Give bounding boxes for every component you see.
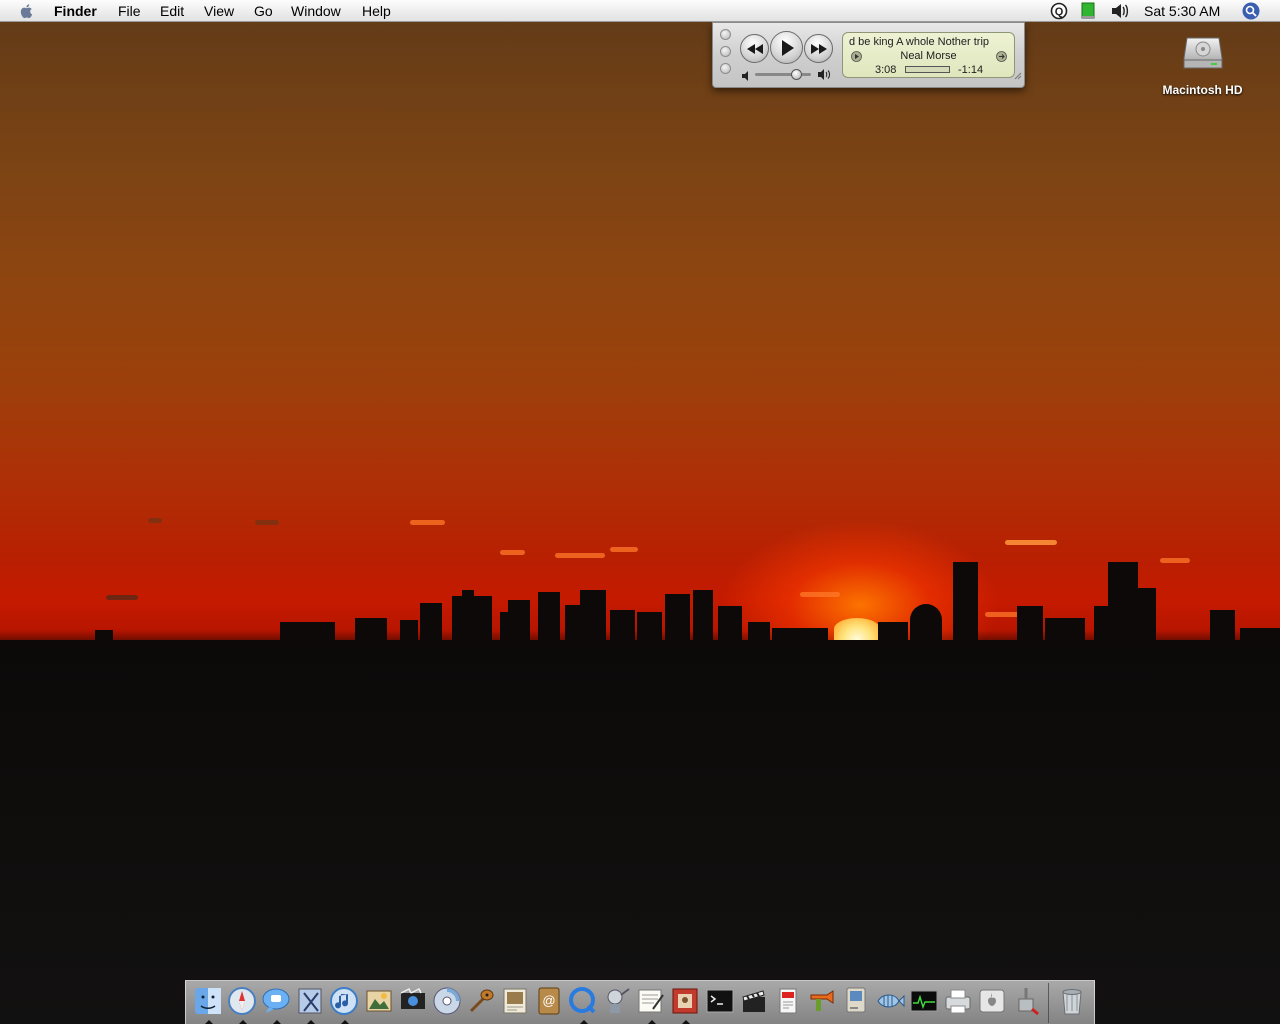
- volume-icon[interactable]: [1110, 2, 1130, 23]
- menu-app-name[interactable]: Finder: [54, 3, 97, 19]
- pdf-icon[interactable]: [772, 985, 804, 1017]
- textedit-icon[interactable]: [635, 985, 667, 1024]
- running-indicator: [648, 1020, 657, 1024]
- remaining-time: -1:14: [958, 64, 984, 76]
- trash-icon[interactable]: [1056, 985, 1088, 1017]
- itunes-mini-player[interactable]: d be king A whole Nother trip Neal Morse…: [712, 22, 1025, 88]
- activity-monitor-icon[interactable]: [908, 985, 940, 1017]
- volume-low-icon: [741, 68, 752, 86]
- cloud: [500, 550, 525, 555]
- hairdryer-icon[interactable]: [806, 985, 838, 1017]
- disk-utility-icon[interactable]: [1010, 985, 1042, 1017]
- menu-bar: Finder File Edit View Go Window Help Q S…: [0, 0, 1280, 22]
- dock: @: [185, 980, 1095, 1024]
- svg-text:Q: Q: [1055, 6, 1064, 18]
- rewind-icon: [746, 43, 763, 54]
- menu-help[interactable]: Help: [362, 3, 391, 19]
- cloud: [106, 595, 138, 600]
- running-indicator: [205, 1020, 213, 1024]
- cloud: [1160, 558, 1190, 563]
- quicktime-icon[interactable]: [567, 985, 599, 1024]
- idvd-icon[interactable]: [431, 985, 463, 1017]
- volume-knob[interactable]: [791, 69, 802, 80]
- iphoto-icon[interactable]: [363, 985, 395, 1017]
- previous-track-button[interactable]: [740, 34, 769, 63]
- menu-file[interactable]: File: [118, 3, 141, 19]
- zoom-button[interactable]: [720, 63, 731, 74]
- minimize-button[interactable]: [720, 46, 731, 57]
- cloud: [1005, 540, 1057, 545]
- cloud: [610, 547, 638, 552]
- svg-text:@: @: [542, 993, 555, 1008]
- quicksilver-icon[interactable]: Q: [1050, 2, 1068, 23]
- preview-icon[interactable]: [499, 985, 531, 1017]
- running-indicator: [273, 1020, 282, 1024]
- finder-icon[interactable]: [192, 985, 224, 1024]
- terminal-icon[interactable]: [704, 985, 736, 1017]
- classic-mac-icon[interactable]: [840, 985, 872, 1017]
- menu-edit[interactable]: Edit: [160, 3, 184, 19]
- track-title-scroll: d be king A whole Nother trip: [849, 36, 990, 48]
- volume-high-icon: [817, 67, 831, 85]
- menu-go[interactable]: Go: [254, 3, 273, 19]
- garageband-icon[interactable]: [465, 985, 497, 1017]
- running-indicator: [239, 1020, 248, 1024]
- close-button[interactable]: [720, 29, 731, 40]
- menu-clock[interactable]: Sat 5:30 AM: [1144, 3, 1220, 19]
- desktop-icon-macintosh-hd[interactable]: Macintosh HD: [1155, 30, 1250, 97]
- cloud: [800, 592, 840, 597]
- menu-window[interactable]: Window: [291, 3, 341, 19]
- hard-drive-icon: [1183, 37, 1222, 69]
- menu-view[interactable]: View: [204, 3, 234, 19]
- volume-slider[interactable]: [755, 69, 811, 80]
- mail-icon[interactable]: [294, 985, 326, 1024]
- cloud: [410, 520, 445, 525]
- running-indicator: [580, 1020, 589, 1024]
- play-button[interactable]: [770, 31, 803, 64]
- running-indicator: [341, 1020, 350, 1024]
- desktop-icon-label: Macintosh HD: [1162, 83, 1243, 97]
- toggle-display-icon[interactable]: [996, 51, 1007, 65]
- dark-ground: [0, 648, 1280, 1024]
- imovie-icon[interactable]: [397, 985, 429, 1017]
- safari-icon[interactable]: [226, 985, 258, 1024]
- automator-icon[interactable]: [601, 985, 633, 1017]
- progress-bar[interactable]: [905, 66, 950, 73]
- dock-separator: [1048, 983, 1049, 1023]
- running-indicator: [307, 1020, 316, 1024]
- sun: [834, 618, 880, 640]
- itunes-icon[interactable]: [328, 985, 360, 1024]
- printer-icon[interactable]: [942, 985, 974, 1017]
- photo-booth-icon[interactable]: [669, 985, 701, 1024]
- cloud: [148, 518, 162, 523]
- fish-icon[interactable]: [874, 985, 906, 1017]
- address-book-icon[interactable]: @: [533, 985, 565, 1017]
- system-preferences-icon[interactable]: [976, 985, 1008, 1017]
- play-icon: [781, 39, 794, 56]
- desktop-wallpaper: [0, 0, 1280, 1024]
- cloud: [255, 520, 279, 525]
- clapboard-icon[interactable]: [738, 985, 770, 1017]
- fast-forward-icon: [810, 43, 827, 54]
- battery-icon[interactable]: [1081, 2, 1095, 23]
- elapsed-time: 3:08: [875, 64, 897, 76]
- next-track-button[interactable]: [804, 34, 833, 63]
- ichat-icon[interactable]: [260, 985, 292, 1024]
- cloud: [555, 553, 605, 558]
- running-indicator: [682, 1020, 691, 1024]
- lcd-display[interactable]: d be king A whole Nother trip Neal Morse…: [842, 32, 1015, 78]
- spotlight-icon[interactable]: [1242, 2, 1260, 23]
- resize-grip-icon[interactable]: [1014, 67, 1022, 85]
- apple-logo-icon[interactable]: [18, 2, 36, 20]
- artist-name: Neal Morse: [900, 50, 957, 62]
